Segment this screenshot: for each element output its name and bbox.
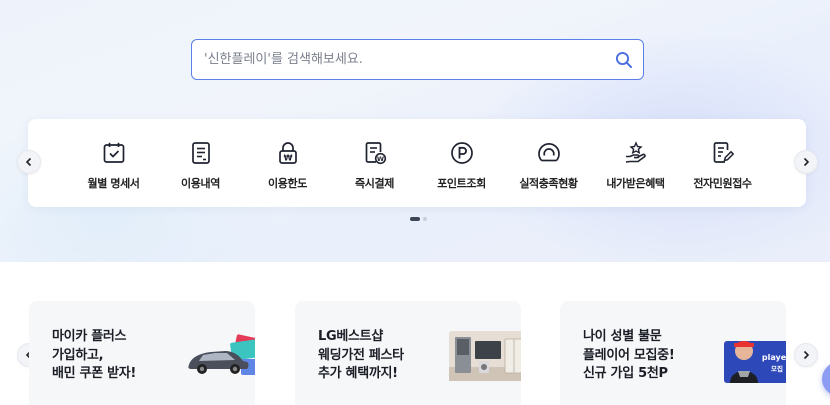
quick-menu-pagination — [410, 217, 427, 221]
quick-menu-next-button[interactable] — [794, 150, 818, 174]
banner-player-recruit[interactable]: 나이 성별 불문 플레이어 모집중! 신규 가입 5천P player 모집 — [560, 301, 786, 405]
recruit-badge-text: 모집 — [771, 364, 783, 373]
quick-menu-label: 이용한도 — [268, 177, 307, 190]
svg-text:W: W — [376, 155, 383, 163]
quick-menu-label: 전자민원접수 — [693, 177, 752, 190]
hand-star-icon — [623, 140, 649, 166]
banner-text: 마이카 플러스 가입하고, 배민 쿠폰 받자! — [52, 329, 137, 381]
chevron-left-icon — [25, 157, 32, 167]
banner-text: LG베스트샵 웨딩가전 페스타 추가 혜택까지! — [318, 329, 404, 381]
point-p-icon — [449, 140, 475, 166]
chevron-right-icon — [803, 157, 810, 167]
quick-menu-item-received-benefits[interactable]: 내가받은혜택 — [592, 140, 679, 191]
quick-menu-item-e-complaint[interactable]: 전자민원접수 — [679, 140, 766, 191]
pagination-dot[interactable] — [423, 217, 427, 221]
car-coupons-illustration — [188, 334, 255, 375]
receipt-list-icon — [188, 140, 214, 166]
pagination-dot-active[interactable] — [410, 217, 420, 221]
gauge-icon — [536, 140, 562, 166]
quick-menu-label: 실적충족현황 — [519, 177, 578, 190]
banner-next-button[interactable] — [794, 343, 818, 367]
quick-menu-item-instant-payment[interactable]: W 즉시결제 — [331, 140, 418, 191]
quick-menu-item-usage-limit[interactable]: ₩ 이용한도 — [244, 140, 331, 191]
player-recruit-illustration: player 모집 — [724, 341, 786, 383]
calendar-check-icon — [101, 140, 127, 166]
quick-menu-item-monthly-statement[interactable]: 월별 명세서 — [70, 140, 157, 191]
player-logo-text: player — [762, 353, 786, 362]
quick-menu-prev-button[interactable] — [17, 150, 41, 174]
home-appliances-illustration — [449, 331, 521, 381]
quick-menu-label: 내가받은혜택 — [606, 177, 665, 190]
quick-menu-label: 월별 명세서 — [87, 177, 140, 190]
banner-text: 나이 성별 불문 플레이어 모집중! 신규 가입 5천P — [583, 329, 675, 381]
search-input[interactable] — [204, 40, 604, 79]
lock-won-icon: ₩ — [275, 140, 301, 166]
quick-menu-item-usage-history[interactable]: 이용내역 — [157, 140, 244, 191]
quick-menu-label: 즉시결제 — [355, 177, 394, 190]
search-icon[interactable] — [613, 49, 635, 71]
quick-menu-list: 월별 명세서 이용내역 ₩ 이용한도 W 즉시결제 포인트조회 실적충족현황 내 — [70, 140, 770, 191]
document-won-icon: W — [362, 140, 388, 166]
quick-menu-label: 포인트조회 — [437, 177, 486, 190]
banner-lg-bestshop[interactable]: LG베스트샵 웨딩가전 페스타 추가 혜택까지! — [295, 301, 521, 405]
quick-menu-item-performance-status[interactable]: 실적충족현황 — [505, 140, 592, 191]
search-box — [191, 39, 644, 80]
floating-action-button[interactable] — [822, 362, 830, 396]
banner-mycar-plus[interactable]: 마이카 플러스 가입하고, 배민 쿠폰 받자! — [29, 301, 255, 405]
quick-menu-label: 이용내역 — [181, 177, 220, 190]
chevron-right-icon — [803, 350, 810, 360]
document-pen-icon — [710, 140, 736, 166]
quick-menu-item-point-inquiry[interactable]: 포인트조회 — [418, 140, 505, 191]
svg-text:₩: ₩ — [283, 153, 292, 162]
